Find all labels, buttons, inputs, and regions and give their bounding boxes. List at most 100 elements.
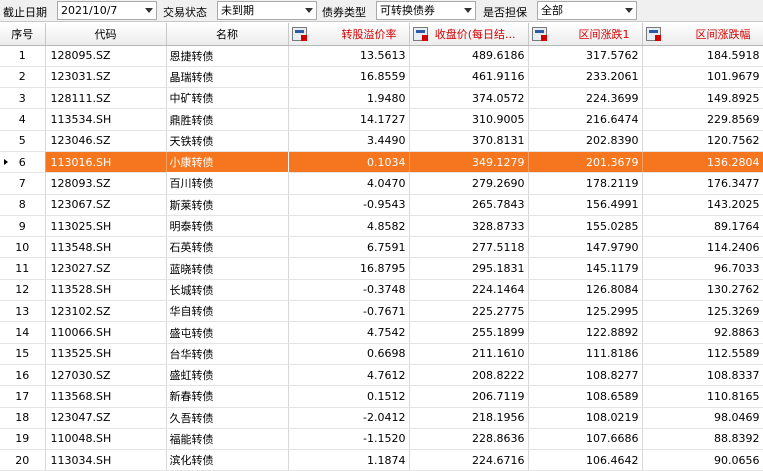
range-change-pct-cell[interactable]: 110.8165 <box>642 385 763 408</box>
row-index[interactable]: 7 <box>0 172 46 195</box>
bond-code-cell[interactable]: 113034.SH <box>45 449 167 471</box>
range-change1-cell[interactable]: 125.2995 <box>528 300 643 323</box>
range-change-pct-cell[interactable]: 98.0469 <box>642 407 763 429</box>
row-index[interactable]: 3 <box>0 87 46 110</box>
table-row[interactable]: 9 113025.SH 明泰转债 4.8582 328.8733 155.0285 89.1… <box>0 215 763 238</box>
close-price-cell[interactable]: 206.7119 <box>409 385 529 408</box>
table-row[interactable]: 16 127030.SZ 盛虹转债 4.7612 208.8222 108.8277 108… <box>0 364 763 387</box>
bond-code-cell[interactable]: 128095.SZ <box>45 45 167 67</box>
range-change-pct-cell[interactable]: 89.1764 <box>642 215 763 238</box>
table-row[interactable]: 7 128093.SZ 百川转债 4.0470 279.2690 178.2119 176.… <box>0 172 763 195</box>
bond-code-cell[interactable]: 113568.SH <box>45 385 167 408</box>
premium-cell[interactable]: -0.9543 <box>288 194 410 216</box>
bond-code-cell[interactable]: 127030.SZ <box>45 364 167 387</box>
premium-cell[interactable]: 4.0470 <box>288 172 410 195</box>
premium-cell[interactable]: -2.0412 <box>288 407 410 429</box>
table-row[interactable]: 5 123046.SZ 天铁转债 3.4490 370.8131 202.8390 120.… <box>0 130 763 152</box>
chevron-down-icon[interactable] <box>464 8 472 13</box>
table-row[interactable]: 13 123102.SZ 华自转债 -0.7671 225.2775 125.2995 12… <box>0 300 763 323</box>
range-change-pct-cell[interactable]: 143.2025 <box>642 194 763 216</box>
row-index[interactable]: 8 <box>0 194 46 216</box>
table-row[interactable]: 10 113548.SH 石英转债 6.7591 277.5118 147.9790 114… <box>0 236 763 259</box>
col-header-code[interactable]: 代码 <box>45 23 167 46</box>
range-change1-cell[interactable]: 122.8892 <box>528 321 643 344</box>
row-index[interactable]: 13 <box>0 300 46 323</box>
bond-code-cell[interactable]: 113528.SH <box>45 279 167 302</box>
bond-code-cell[interactable]: 128111.SZ <box>45 87 167 110</box>
range-change1-cell[interactable]: 216.6474 <box>528 108 643 131</box>
chevron-down-icon[interactable] <box>145 8 153 13</box>
guarantee-select[interactable]: 全部 <box>537 1 637 20</box>
col-header-change[interactable]: 区间涨跌幅 <box>642 23 763 46</box>
table-row[interactable]: 2 123031.SZ 晶瑞转债 16.8559 461.9116 233.2061 101… <box>0 66 763 89</box>
row-index[interactable]: 6 <box>0 151 46 174</box>
range-change-pct-cell[interactable]: 92.8863 <box>642 321 763 344</box>
range-change1-cell[interactable]: 107.6686 <box>528 428 643 451</box>
bond-code-cell[interactable]: 110066.SH <box>45 321 167 344</box>
range-change1-cell[interactable]: 126.8084 <box>528 279 643 302</box>
bond-code-cell[interactable]: 113534.SH <box>45 108 167 131</box>
close-price-cell[interactable]: 265.7843 <box>409 194 529 216</box>
col-header-name[interactable]: 名称 <box>166 23 289 46</box>
premium-cell[interactable]: 16.8795 <box>288 257 410 280</box>
bond-name-cell[interactable]: 石英转债 <box>166 236 289 259</box>
range-change1-cell[interactable]: 108.0219 <box>528 407 643 429</box>
range-change1-cell[interactable]: 108.6589 <box>528 385 643 408</box>
bond-code-cell[interactable]: 113025.SH <box>45 215 167 238</box>
bond-name-cell[interactable]: 盛屯转债 <box>166 321 289 344</box>
table-row[interactable]: 19 110048.SH 福能转债 -1.1520 228.8636 107.6686 88… <box>0 428 763 451</box>
close-price-cell[interactable]: 218.1956 <box>409 407 529 429</box>
range-change-pct-cell[interactable]: 112.5589 <box>642 343 763 365</box>
range-change1-cell[interactable]: 156.4991 <box>528 194 643 216</box>
row-index[interactable]: 12 <box>0 279 46 302</box>
range-change-pct-cell[interactable]: 96.7033 <box>642 257 763 280</box>
table-row[interactable]: 1 128095.SZ 恩捷转债 13.5613 489.6186 317.5762 184… <box>0 45 763 67</box>
range-change-pct-cell[interactable]: 184.5918 <box>642 45 763 67</box>
range-change-pct-cell[interactable]: 176.3477 <box>642 172 763 195</box>
bond-name-cell[interactable]: 盛虹转债 <box>166 364 289 387</box>
premium-cell[interactable]: 1.1874 <box>288 449 410 471</box>
premium-cell[interactable]: 6.7591 <box>288 236 410 259</box>
close-price-cell[interactable]: 225.2775 <box>409 300 529 323</box>
bond-name-cell[interactable]: 中矿转债 <box>166 87 289 110</box>
col-header-change1[interactable]: 区间涨跌1 <box>528 23 643 46</box>
bond-code-cell[interactable]: 113525.SH <box>45 343 167 365</box>
bond-name-cell[interactable]: 小康转债 <box>165 150 289 174</box>
range-change1-cell[interactable]: 178.2119 <box>528 172 643 195</box>
premium-cell[interactable]: 0.1034 <box>288 151 410 174</box>
close-price-cell[interactable]: 208.8222 <box>409 364 529 387</box>
range-change1-cell[interactable]: 106.4642 <box>528 449 643 471</box>
row-index[interactable]: 5 <box>0 130 46 152</box>
range-change-pct-cell[interactable]: 101.9679 <box>642 66 763 89</box>
premium-cell[interactable]: 1.9480 <box>288 87 410 110</box>
row-index[interactable]: 10 <box>0 236 46 259</box>
close-price-cell[interactable]: 224.6716 <box>409 449 529 471</box>
row-index[interactable]: 2 <box>0 66 46 89</box>
table-row[interactable]: 11 123027.SZ 蓝晓转债 16.8795 295.1831 145.1179 96… <box>0 257 763 280</box>
range-change1-cell[interactable]: 201.3679 <box>528 151 643 174</box>
bond-code-cell[interactable]: 123047.SZ <box>45 407 167 429</box>
range-change1-cell[interactable]: 155.0285 <box>528 215 643 238</box>
bond-name-cell[interactable]: 华自转债 <box>166 300 289 323</box>
row-index[interactable]: 9 <box>0 215 46 238</box>
table-row[interactable]: 15 113525.SH 台华转债 0.6698 211.1610 111.8186 112… <box>0 343 763 365</box>
range-change1-cell[interactable]: 317.5762 <box>528 45 643 67</box>
close-price-cell[interactable]: 349.1279 <box>409 151 529 174</box>
bond-name-cell[interactable]: 明泰转债 <box>166 215 289 238</box>
bond-name-cell[interactable]: 晶瑞转债 <box>166 66 289 89</box>
row-index[interactable]: 11 <box>0 257 46 280</box>
row-index[interactable]: 17 <box>0 385 46 408</box>
close-price-cell[interactable]: 279.2690 <box>409 172 529 195</box>
row-index[interactable]: 16 <box>0 364 46 387</box>
row-index[interactable]: 20 <box>0 449 46 471</box>
table-row[interactable]: 3 128111.SZ 中矿转债 1.9480 374.0572 224.3699 149.… <box>0 87 763 110</box>
close-price-cell[interactable]: 295.1831 <box>409 257 529 280</box>
bond-name-cell[interactable]: 滨化转债 <box>166 449 289 471</box>
row-index[interactable]: 1 <box>0 45 46 67</box>
bond-name-cell[interactable]: 天铁转债 <box>166 130 289 152</box>
premium-cell[interactable]: 13.5613 <box>288 45 410 67</box>
premium-cell[interactable]: 4.7612 <box>288 364 410 387</box>
bond-code-cell[interactable]: 123031.SZ <box>45 66 167 89</box>
range-change1-cell[interactable]: 147.9790 <box>528 236 643 259</box>
bond-name-cell[interactable]: 福能转债 <box>166 428 289 451</box>
